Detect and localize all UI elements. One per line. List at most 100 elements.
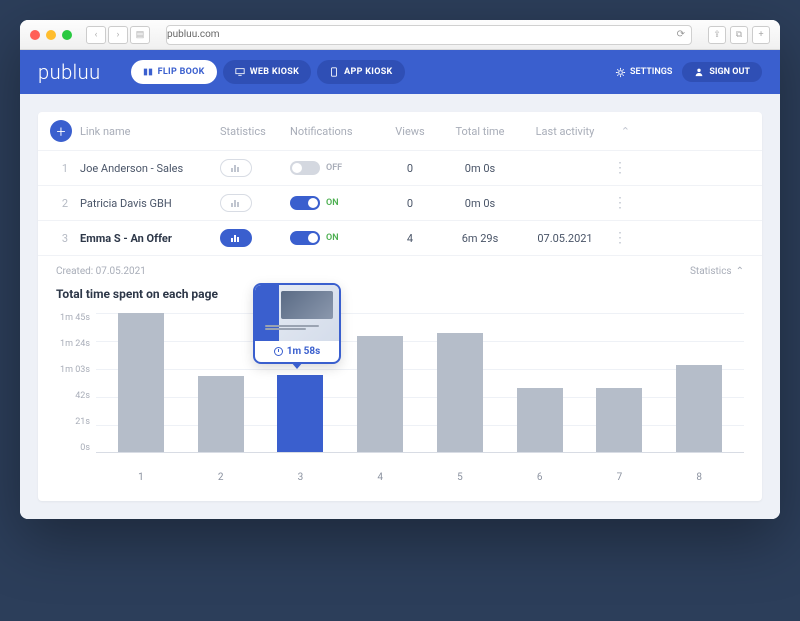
signout-label: SIGN OUT: [709, 67, 750, 77]
x-tick: 2: [198, 466, 244, 483]
stats-toggle[interactable]: Statistics ⌃: [690, 266, 744, 277]
new-tab-button[interactable]: +: [752, 26, 770, 44]
signout-button[interactable]: SIGN OUT: [682, 62, 762, 82]
y-tick: 42s: [56, 391, 90, 401]
settings-label: SETTINGS: [630, 67, 672, 77]
tab-label: APP KIOSK: [344, 67, 392, 77]
col-total: Total time: [440, 125, 520, 138]
close-icon[interactable]: [30, 30, 40, 40]
chart-bar[interactable]: [676, 365, 722, 452]
link-name: Emma S - An Offer: [80, 232, 220, 245]
tab-label: FLIP BOOK: [158, 67, 205, 77]
notification-toggle[interactable]: [290, 196, 320, 210]
total-time-value: 0m 0s: [440, 162, 520, 175]
chart: 1m 45s1m 24s1m 03s42s21s0s: [56, 313, 744, 483]
col-views: Views: [380, 125, 440, 138]
url-text: publuu.com: [167, 29, 220, 40]
content-area: + Link name Statistics Notifications Vie…: [20, 94, 780, 519]
tooltip-time: 1m 58s: [255, 341, 339, 362]
back-button[interactable]: ‹: [86, 26, 106, 44]
chart-bar[interactable]: [517, 388, 563, 452]
stats-button[interactable]: [220, 194, 252, 212]
views-value: 0: [380, 197, 440, 210]
x-tick: 1: [118, 466, 164, 483]
tab-webkiosk[interactable]: WEB KIOSK: [223, 60, 311, 84]
notification-state: ON: [326, 198, 339, 208]
chart-bar[interactable]: [118, 313, 164, 452]
gear-icon: [615, 67, 625, 77]
links-card: + Link name Statistics Notifications Vie…: [38, 112, 762, 501]
notification-state: OFF: [326, 163, 342, 173]
notification-toggle[interactable]: [290, 161, 320, 175]
x-tick: 3: [277, 466, 323, 483]
settings-link[interactable]: SETTINGS: [615, 67, 672, 77]
x-tick: 8: [676, 466, 722, 483]
bar-chart-icon: [231, 164, 241, 172]
chart-bar[interactable]: [198, 376, 244, 452]
x-tick: 4: [357, 466, 403, 483]
row-number: 2: [50, 197, 80, 210]
maximize-icon[interactable]: [62, 30, 72, 40]
minimize-icon[interactable]: [46, 30, 56, 40]
sidebar-button[interactable]: ▤: [130, 26, 150, 44]
link-name: Joe Anderson - Sales: [80, 162, 220, 175]
views-value: 0: [380, 162, 440, 175]
views-value: 4: [380, 232, 440, 245]
row-menu-button[interactable]: ⋮: [610, 160, 630, 176]
collapse-icon[interactable]: ⌃: [610, 125, 630, 138]
tab-flipbook[interactable]: FLIP BOOK: [131, 60, 217, 84]
add-link-button[interactable]: +: [50, 120, 72, 142]
stats-panel: Created: 07.05.2021 Statistics ⌃ Total t…: [38, 255, 762, 501]
col-stats: Statistics: [220, 125, 290, 138]
page-thumbnail: [255, 285, 339, 341]
monitor-icon: [235, 67, 245, 77]
y-tick: 1m 03s: [56, 365, 90, 375]
row-menu-button[interactable]: ⋮: [610, 230, 630, 246]
stats-button[interactable]: [220, 159, 252, 177]
chart-tooltip: 1m 58s: [253, 283, 341, 364]
notification-toggle[interactable]: [290, 231, 320, 245]
chart-bar[interactable]: [437, 333, 483, 452]
chart-bar[interactable]: [596, 388, 642, 452]
url-bar[interactable]: publuu.com ⟳: [166, 25, 692, 45]
y-tick: 1m 45s: [56, 313, 90, 323]
total-time-value: 6m 29s: [440, 232, 520, 245]
titlebar: ‹ › ▤ publuu.com ⟳ ⇪ ⧉ +: [20, 20, 780, 50]
table-row: 3Emma S - An OfferON46m 29s07.05.2021⋮: [38, 220, 762, 255]
link-name: Patricia Davis GBH: [80, 197, 220, 210]
x-axis: 1 2 3 4 5 6 7 8: [96, 466, 744, 483]
col-name: Link name: [80, 125, 220, 138]
phone-icon: [329, 67, 339, 77]
x-tick: 5: [437, 466, 483, 483]
person-icon: [694, 67, 704, 77]
x-tick: 6: [517, 466, 563, 483]
notification-state: ON: [326, 233, 339, 243]
traffic-lights: [30, 30, 72, 40]
clock-icon: [274, 347, 283, 356]
stats-button[interactable]: [220, 229, 252, 247]
created-label: Created: 07.05.2021: [56, 266, 146, 277]
app-header: publuu FLIP BOOK WEB KIOSK APP KIOSK: [20, 50, 780, 94]
chart-bar[interactable]: [277, 375, 323, 452]
chart-bar[interactable]: [357, 336, 403, 452]
stats-toggle-label: Statistics: [690, 266, 732, 277]
y-tick: 1m 24s: [56, 339, 90, 349]
x-tick: 7: [596, 466, 642, 483]
share-icon[interactable]: ⇪: [708, 26, 726, 44]
bar-chart-icon: [231, 234, 241, 242]
tabs-icon[interactable]: ⧉: [730, 26, 748, 44]
refresh-icon[interactable]: ⟳: [677, 29, 685, 40]
logo: publuu: [38, 60, 101, 84]
row-menu-button[interactable]: ⋮: [610, 195, 630, 211]
chevron-up-icon: ⌃: [736, 266, 744, 277]
tab-appkiosk[interactable]: APP KIOSK: [317, 60, 404, 84]
row-number: 3: [50, 232, 80, 245]
chart-title: Total time spent on each page: [56, 287, 744, 301]
table-row: 1Joe Anderson - SalesOFF00m 0s⋮: [38, 150, 762, 185]
bar-chart-icon: [231, 199, 241, 207]
forward-button[interactable]: ›: [108, 26, 128, 44]
col-notif: Notifications: [290, 125, 380, 138]
table-row: 2Patricia Davis GBHON00m 0s⋮: [38, 185, 762, 220]
y-tick: 0s: [56, 443, 90, 453]
browser-window: ‹ › ▤ publuu.com ⟳ ⇪ ⧉ + publuu FLIP BOO…: [20, 20, 780, 519]
